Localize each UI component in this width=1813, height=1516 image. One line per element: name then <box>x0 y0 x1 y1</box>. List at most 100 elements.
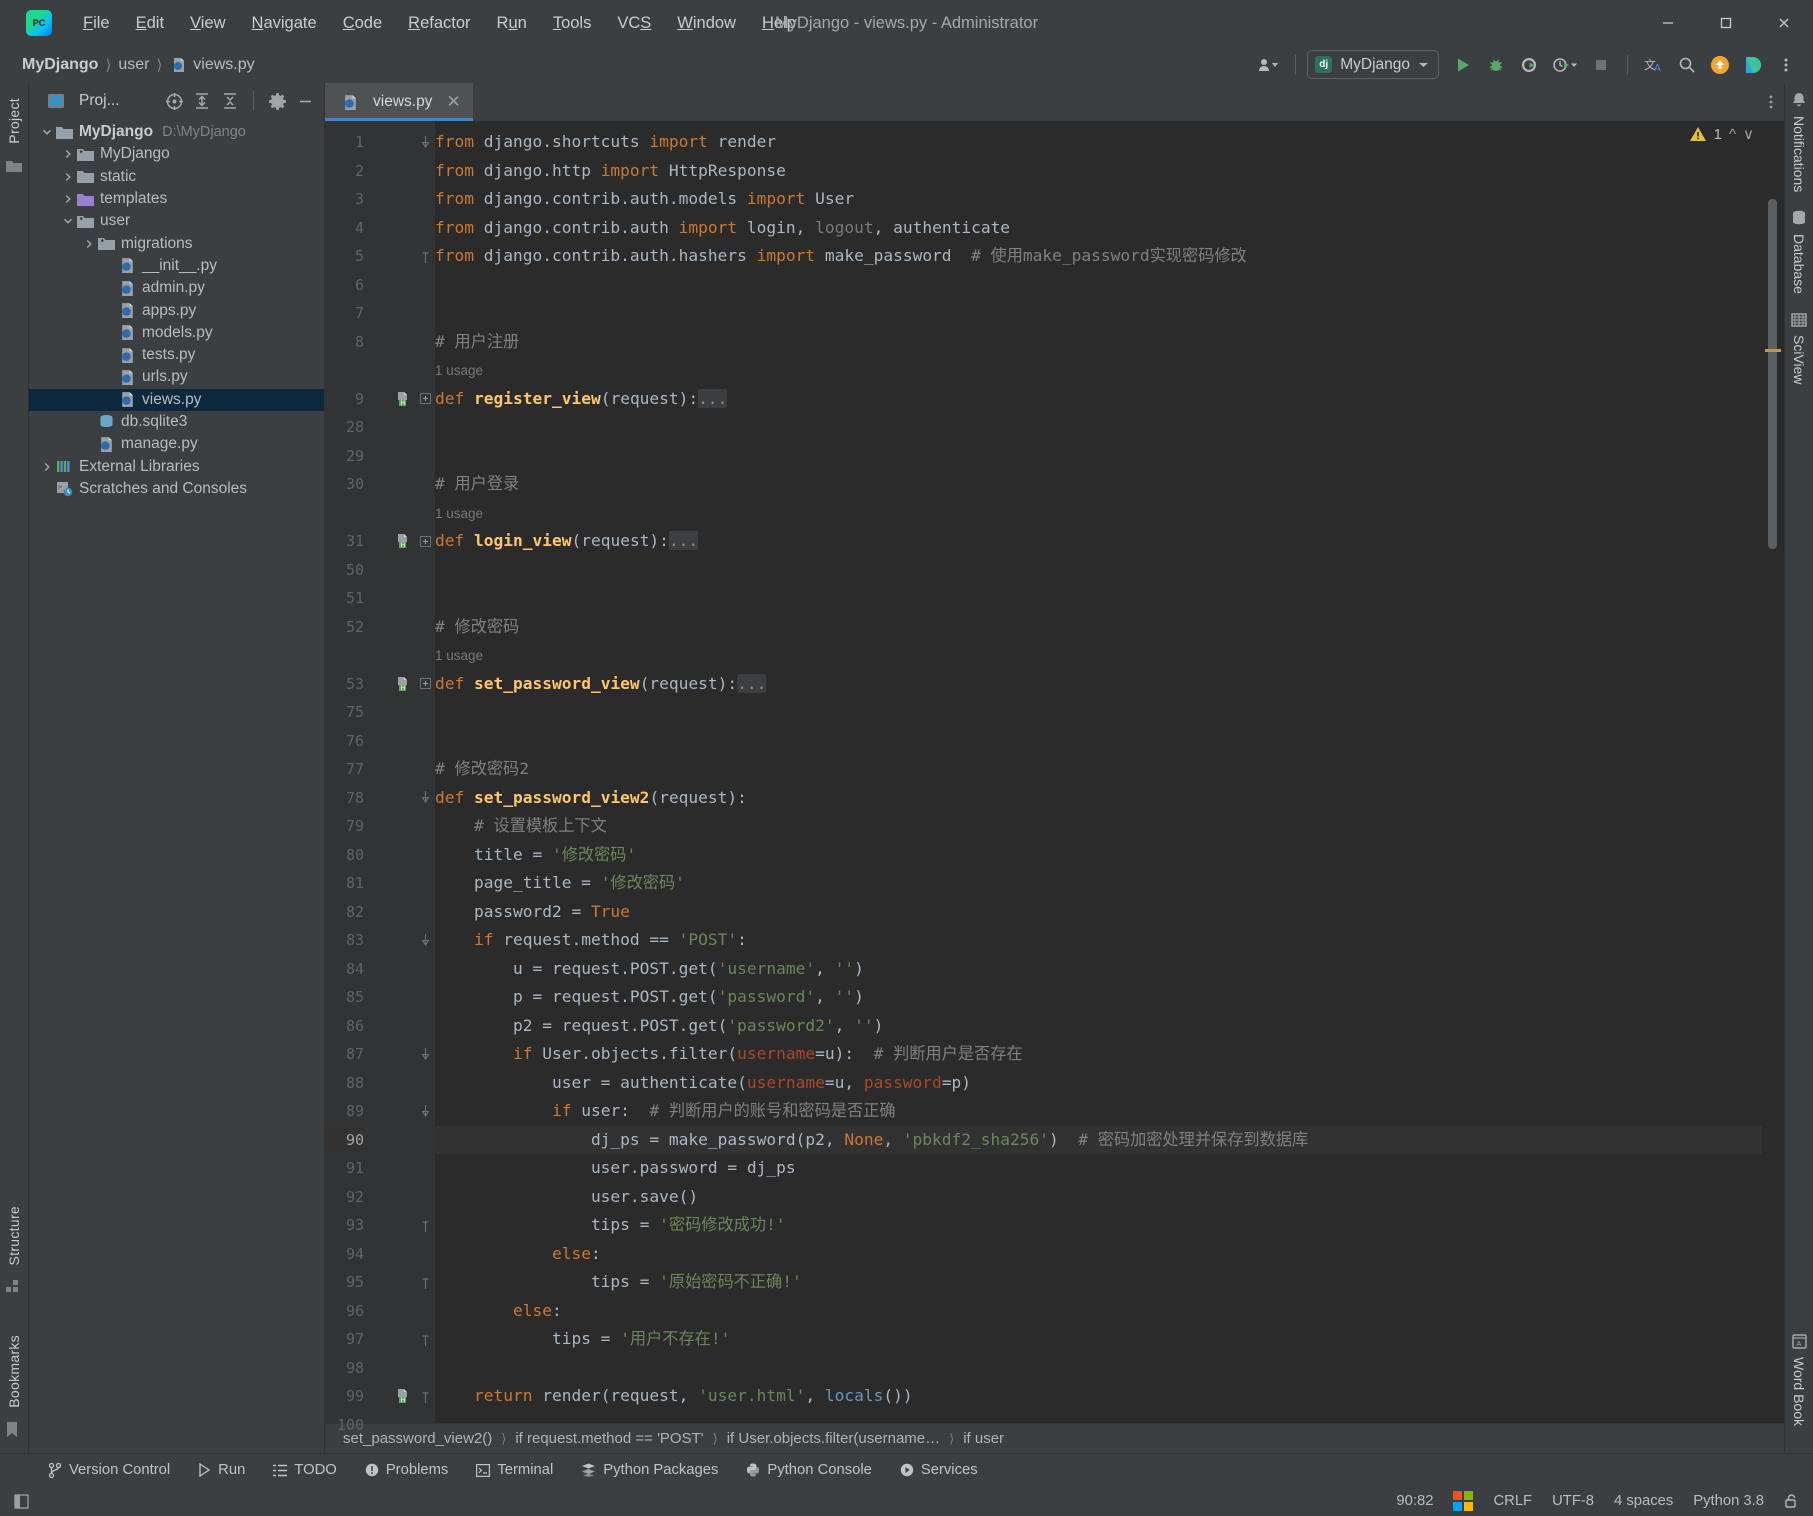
code-line[interactable]: from django.shortcuts import render <box>435 128 1762 157</box>
fold-toggle[interactable] <box>415 1097 435 1126</box>
code-line[interactable]: password2 = True <box>435 898 1762 927</box>
minimize-button[interactable] <box>1639 0 1697 46</box>
more-options-icon[interactable] <box>1771 50 1801 80</box>
chevron-up-icon[interactable]: ^ <box>1729 126 1736 143</box>
tree-item-user[interactable]: user <box>29 210 324 232</box>
translate-icon[interactable]: 文 A <box>1639 50 1669 80</box>
code-line[interactable]: u = request.POST.get('username', '') <box>435 955 1762 984</box>
tree-item-migrations[interactable]: migrations <box>29 232 324 254</box>
code-breadcrumb-1[interactable]: if request.method == 'POST' <box>515 1430 703 1447</box>
bookmark-icon[interactable] <box>5 1421 23 1439</box>
tool-window-version-control[interactable]: Version Control <box>48 1462 170 1478</box>
fold-toggle[interactable] <box>415 784 435 813</box>
chevron-down-icon[interactable] <box>39 127 55 137</box>
menu-window[interactable]: Window <box>664 10 749 37</box>
tool-window-run[interactable]: Run <box>198 1462 245 1478</box>
chevron-right-icon[interactable] <box>81 239 97 249</box>
fold-toggle[interactable] <box>415 670 435 699</box>
tree-item-admin-py[interactable]: admin.py <box>29 277 324 299</box>
code-line[interactable]: 1 usage <box>435 356 1762 385</box>
tree-item-templates[interactable]: templates <box>29 188 324 210</box>
code-line[interactable]: def set_password_view2(request): <box>435 784 1762 813</box>
code-line[interactable]: user = authenticate(username=u, password… <box>435 1069 1762 1098</box>
menu-code[interactable]: Code <box>330 10 395 37</box>
code-line[interactable]: # 修改密码 <box>435 613 1762 642</box>
code-line[interactable]: from django.http import HttpResponse <box>435 157 1762 186</box>
python-interpreter[interactable]: Python 3.8 <box>1693 1493 1764 1509</box>
layout-icon[interactable] <box>14 1493 29 1509</box>
structure-icon[interactable] <box>5 1278 23 1296</box>
project-file-tree[interactable]: MyDjango D:\MyDjango MyDjango static templat… <box>29 119 324 1453</box>
code-line[interactable] <box>435 1411 1762 1424</box>
code-breadcrumb-2[interactable]: if User.objects.filter(username… <box>727 1430 940 1447</box>
code-line[interactable] <box>435 413 1762 442</box>
http-request-gutter-icon[interactable]: H <box>371 527 415 556</box>
tree-item-apps-py[interactable]: apps.py <box>29 299 324 321</box>
line-separator[interactable]: CRLF <box>1493 1493 1532 1509</box>
rail-sciview[interactable]: SciView <box>1791 303 1807 394</box>
code-line[interactable]: from django.contrib.auth.hashers import … <box>435 242 1762 271</box>
chevron-right-icon[interactable] <box>39 462 55 472</box>
rail-structure-label[interactable]: Structure <box>6 1199 22 1273</box>
tool-window-python-console[interactable]: Python Console <box>746 1462 872 1478</box>
tree-item-urls-py[interactable]: urls.py <box>29 366 324 388</box>
rail-bookmarks-label[interactable]: Bookmarks <box>6 1328 22 1415</box>
tree-item-external-libraries[interactable]: External Libraries <box>29 455 324 477</box>
chevron-right-icon[interactable] <box>60 172 76 182</box>
tool-window-python-packages[interactable]: Python Packages <box>581 1462 718 1478</box>
update-icon[interactable] <box>1705 50 1735 80</box>
fold-toggle[interactable] <box>415 1382 435 1411</box>
fold-toggle[interactable] <box>415 242 435 271</box>
http-request-gutter-icon[interactable]: H <box>371 385 415 414</box>
code-line[interactable]: def register_view(request):... <box>435 385 1762 414</box>
code-line[interactable]: tips = '用户不存在!' <box>435 1325 1762 1354</box>
close-icon[interactable]: ✕ <box>446 92 460 112</box>
profile-button[interactable] <box>1547 50 1583 80</box>
fold-toggle[interactable] <box>415 926 435 955</box>
windows-flag-icon[interactable] <box>1453 1491 1474 1511</box>
code-line[interactable]: tips = '原始密码不正确!' <box>435 1268 1762 1297</box>
editor-tab-views-py[interactable]: views.py ✕ <box>325 83 473 121</box>
fold-toggle[interactable] <box>415 1211 435 1240</box>
chevron-right-icon[interactable] <box>60 194 76 204</box>
code-line[interactable] <box>435 299 1762 328</box>
code-line[interactable]: 1 usage <box>435 499 1762 528</box>
fold-toggle[interactable] <box>415 1268 435 1297</box>
code-line[interactable]: # 设置模板上下文 <box>435 812 1762 841</box>
code-line[interactable] <box>435 584 1762 613</box>
indent-setting[interactable]: 4 spaces <box>1614 1493 1673 1509</box>
chevron-down-icon[interactable] <box>60 216 76 226</box>
tree-item-mydjango[interactable]: MyDjango <box>29 143 324 165</box>
tree-item-models-py[interactable]: models.py <box>29 322 324 344</box>
tree-item--init-py[interactable]: __init__.py <box>29 255 324 277</box>
code-line[interactable]: page_title = '修改密码' <box>435 869 1762 898</box>
code-editor[interactable]: 1 2 3 4 5 6 7 8 9 28 29 30 31 50 51 52 53 75 76 77 78 79 80 81 8… <box>325 121 1784 1434</box>
code-line[interactable] <box>435 271 1762 300</box>
code-folding-gutter[interactable] <box>415 121 435 1423</box>
code-line[interactable]: p2 = request.POST.get('password2', '') <box>435 1012 1762 1041</box>
code-breadcrumb-3[interactable]: if user <box>963 1430 1004 1447</box>
code-line[interactable] <box>435 442 1762 471</box>
select-opened-file-icon[interactable] <box>161 88 187 114</box>
fold-toggle[interactable] <box>415 527 435 556</box>
code-content[interactable]: from django.shortcuts import render from … <box>435 121 1762 1423</box>
menu-navigate[interactable]: Navigate <box>239 10 330 37</box>
lock-icon[interactable] <box>1784 1493 1799 1509</box>
editor-scrollbar-thumb[interactable] <box>1768 199 1777 549</box>
code-line[interactable] <box>435 1354 1762 1383</box>
code-line[interactable]: return render(request, 'user.html', loca… <box>435 1382 1762 1411</box>
user-account-icon[interactable] <box>1252 50 1284 80</box>
inspection-widget[interactable]: 1 ^ ∨ <box>1689 125 1754 143</box>
file-encoding[interactable]: UTF-8 <box>1552 1493 1594 1509</box>
tree-item-views-py[interactable]: views.py <box>29 388 324 411</box>
code-line[interactable]: # 用户登录 <box>435 470 1762 499</box>
code-line[interactable]: dj_ps = make_password(p2, None, 'pbkdf2_… <box>435 1125 1762 1154</box>
menu-view[interactable]: View <box>177 10 238 37</box>
rail-project-label[interactable]: Project <box>6 91 22 151</box>
tree-item-tests-py[interactable]: tests.py <box>29 344 324 366</box>
code-line[interactable] <box>435 727 1762 756</box>
code-line[interactable]: title = '修改密码' <box>435 841 1762 870</box>
code-line[interactable]: if request.method == 'POST': <box>435 926 1762 955</box>
code-line[interactable]: def login_view(request):... <box>435 527 1762 556</box>
gear-icon[interactable] <box>264 88 290 114</box>
